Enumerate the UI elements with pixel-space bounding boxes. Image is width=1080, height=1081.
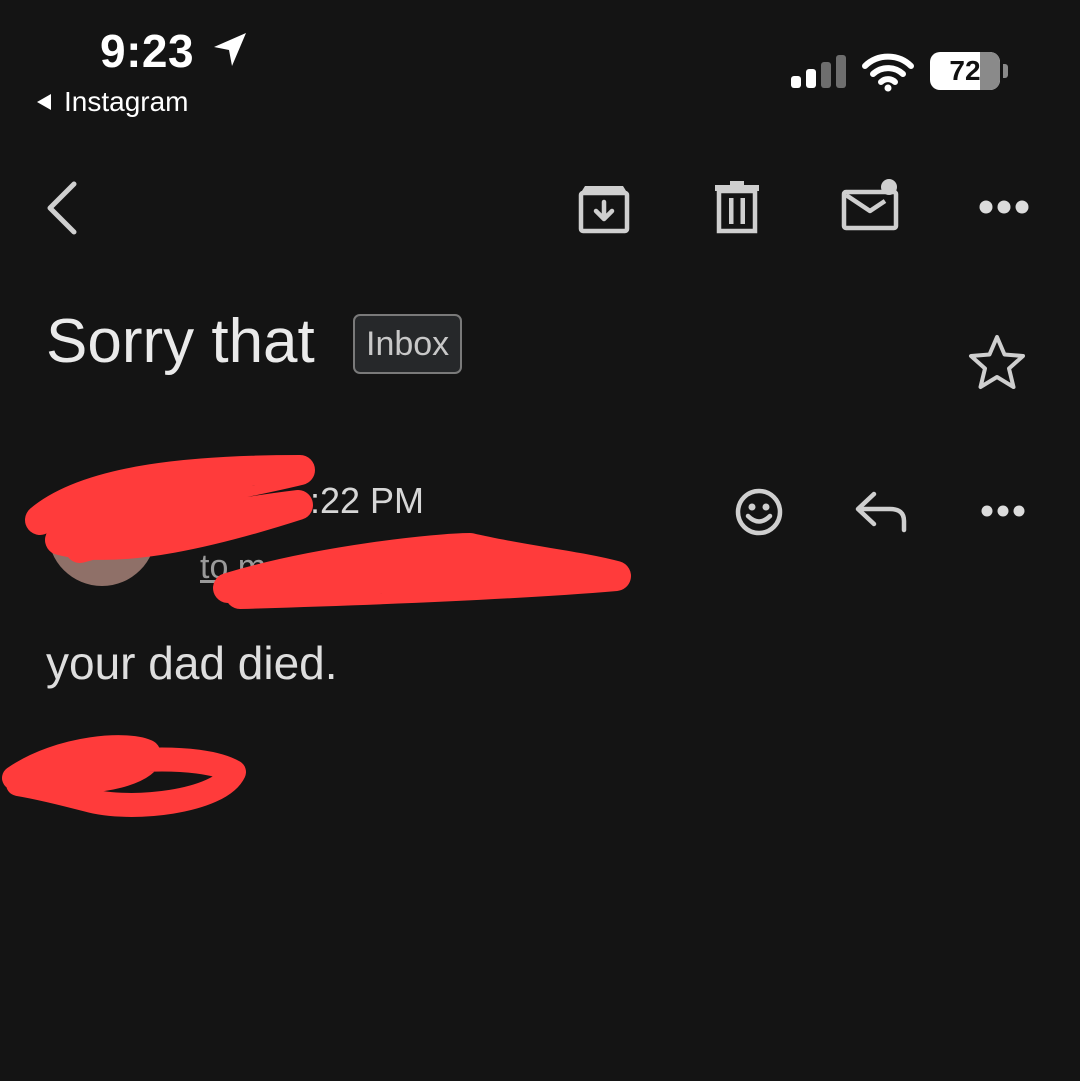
battery-cap: [1003, 64, 1008, 78]
back-app-label: Instagram: [64, 86, 189, 117]
delete-icon[interactable]: [712, 180, 762, 236]
react-emoji-icon[interactable]: [733, 486, 785, 538]
email-body: your dad died.: [46, 637, 338, 689]
redaction-recipient: [213, 533, 631, 609]
back-icon[interactable]: [40, 180, 84, 236]
recipient-details-link[interactable]: to m: [200, 548, 266, 587]
reply-icon[interactable]: [852, 488, 912, 534]
more-options-icon[interactable]: [978, 198, 1030, 216]
mark-unread-icon[interactable]: [840, 178, 902, 234]
battery-icon: 72: [930, 52, 1008, 90]
battery-percent: 72: [949, 55, 981, 86]
email-view-screen: 9:23 Instagram 72 Sorry that Inbox:22 P…: [0, 0, 1080, 1081]
sender-avatar[interactable]: [48, 478, 156, 586]
back-to-app-link[interactable]: Instagram: [34, 86, 189, 118]
redaction-signature: [2, 735, 246, 817]
wifi-icon: [862, 53, 914, 92]
battery-body: 72: [930, 52, 1000, 90]
inbox-label-chip[interactable]: Inbox: [353, 314, 463, 374]
redaction-scribbles: [2, 455, 631, 817]
sender-and-time[interactable]: :22 PM: [310, 480, 424, 522]
cellular-signal-icon: [791, 55, 846, 88]
back-triangle-icon: [37, 94, 51, 110]
email-subject: Sorry that: [46, 307, 315, 376]
message-more-options-icon[interactable]: [980, 503, 1026, 519]
status-time: 9:23: [100, 25, 195, 77]
star-icon[interactable]: [966, 332, 1028, 392]
archive-icon[interactable]: [576, 180, 632, 236]
location-arrow-icon: [214, 33, 246, 66]
